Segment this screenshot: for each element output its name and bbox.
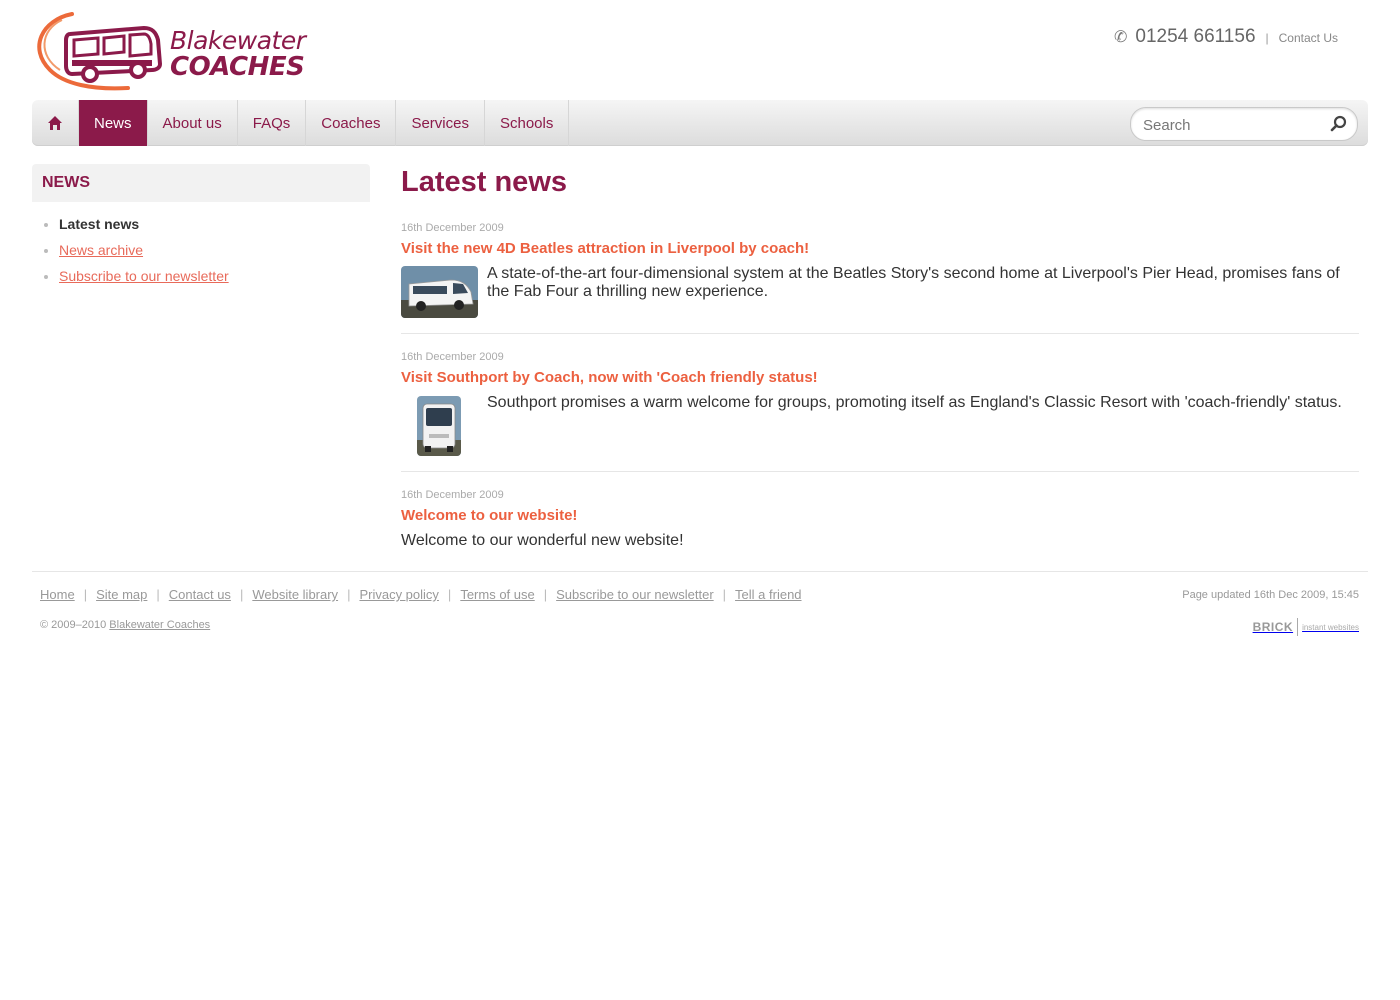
site-logo[interactable]: Blakewater COACHES xyxy=(32,8,306,94)
footer-links: Home | Site map | Contact us | Website l… xyxy=(40,587,802,602)
news-article: 16th December 2009 Visit the new 4D Beat… xyxy=(401,222,1359,257)
search-button[interactable] xyxy=(1329,114,1349,134)
page-title: Latest news xyxy=(401,166,567,198)
article-date: 16th December 2009 xyxy=(401,489,504,501)
article-thumbnail[interactable] xyxy=(417,396,461,456)
sidebar-item-label: Latest news xyxy=(59,216,140,232)
page-updated-text: Page updated 16th Dec 2009, 15:45 xyxy=(1182,589,1359,601)
footer-link-site-map[interactable]: Site map xyxy=(96,587,147,602)
news-article: 16th December 2009 Welcome to our websit… xyxy=(401,489,1359,524)
search-input[interactable] xyxy=(1141,114,1325,136)
separator: | xyxy=(239,587,244,602)
article-date: 16th December 2009 xyxy=(401,351,504,363)
footer-link-website-library[interactable]: Website library xyxy=(252,587,338,602)
separator: | xyxy=(543,587,548,602)
search-icon xyxy=(1330,115,1347,132)
brick-logo: BRICK xyxy=(1252,620,1294,634)
brick-credit-link[interactable]: BRICK instant websites xyxy=(1253,618,1359,636)
sidebar-item-news-archive: News archive xyxy=(42,242,229,268)
nav-item-about-us[interactable]: About us xyxy=(148,100,238,146)
nav-item-coaches[interactable]: Coaches xyxy=(306,100,397,146)
home-icon xyxy=(48,116,62,130)
article-date: 16th December 2009 xyxy=(401,222,504,234)
nav-item-schools[interactable]: Schools xyxy=(485,100,570,146)
copyright-link[interactable]: Blakewater Coaches xyxy=(109,619,210,631)
sidebar-heading-box: NEWS xyxy=(32,164,370,202)
nav-item-faqs[interactable]: FAQs xyxy=(238,100,307,146)
footer-link-contact-us[interactable]: Contact us xyxy=(169,587,231,602)
article-summary: Southport promises a warm welcome for gr… xyxy=(487,394,1342,411)
article-headline-link[interactable]: Welcome to our website! xyxy=(401,507,1359,524)
sidebar-link-subscribe[interactable]: Subscribe to our newsletter xyxy=(59,268,229,284)
header-contact: ✆ 01254 661156 | Contact Us xyxy=(1114,26,1338,48)
separator: | xyxy=(347,587,351,602)
nav-item-services[interactable]: Services xyxy=(396,100,485,146)
sidebar-item-subscribe: Subscribe to our newsletter xyxy=(42,268,229,294)
article-summary: A state-of-the-art four-dimensional syst… xyxy=(487,265,1340,300)
separator: | xyxy=(1265,31,1269,45)
coach-logo-icon xyxy=(37,12,162,91)
footer-link-subscribe[interactable]: Subscribe to our newsletter xyxy=(556,587,714,602)
minibus-image xyxy=(401,266,478,318)
phone-icon: ✆ xyxy=(1114,29,1128,46)
logo-text-line2: COACHES xyxy=(170,52,305,82)
brick-tagline: instant websites xyxy=(1302,622,1359,632)
logo-text-line1: Blakewater xyxy=(170,26,306,55)
article-thumbnail[interactable] xyxy=(401,266,478,318)
sidebar-link-news-archive[interactable]: News archive xyxy=(59,242,143,258)
header-contact-link[interactable]: Contact Us xyxy=(1279,31,1338,45)
separator: | xyxy=(447,587,452,602)
divider xyxy=(401,471,1359,472)
nav-home-button[interactable] xyxy=(32,100,79,146)
separator: | xyxy=(156,587,160,602)
page: Blakewater COACHES ✆ 01254 661156 | Cont… xyxy=(0,0,1400,1000)
footer-link-terms-of-use[interactable]: Terms of use xyxy=(460,587,534,602)
nav-item-news[interactable]: News xyxy=(79,100,148,146)
news-article: 16th December 2009 Visit Southport by Co… xyxy=(401,351,1359,386)
footer-link-tell-a-friend[interactable]: Tell a friend xyxy=(735,587,801,602)
separator xyxy=(1297,618,1299,636)
footer-link-home[interactable]: Home xyxy=(40,587,75,602)
sidebar-menu: Latest news News archive Subscribe to ou… xyxy=(42,216,229,294)
article-summary: Welcome to our wonderful new website! xyxy=(401,532,684,549)
separator: | xyxy=(83,587,88,602)
copyright: © 2009–2010 Blakewater Coaches xyxy=(40,619,210,631)
main-nav: News About us FAQs Coaches Services Scho… xyxy=(32,100,1368,146)
separator: | xyxy=(722,587,727,602)
article-headline-link[interactable]: Visit the new 4D Beatles attraction in L… xyxy=(401,240,1359,257)
search-box xyxy=(1130,107,1358,141)
article-headline-link[interactable]: Visit Southport by Coach, now with 'Coac… xyxy=(401,369,1359,386)
phone-number: 01254 661156 xyxy=(1135,26,1256,47)
sidebar-heading: NEWS xyxy=(42,174,90,191)
divider xyxy=(401,333,1359,334)
copyright-text: © 2009–2010 xyxy=(40,619,107,631)
coach-front-image xyxy=(417,396,461,456)
sidebar-item-latest-news: Latest news xyxy=(42,216,229,242)
footer-link-privacy-policy[interactable]: Privacy policy xyxy=(359,587,438,602)
footer-divider xyxy=(32,571,1368,572)
